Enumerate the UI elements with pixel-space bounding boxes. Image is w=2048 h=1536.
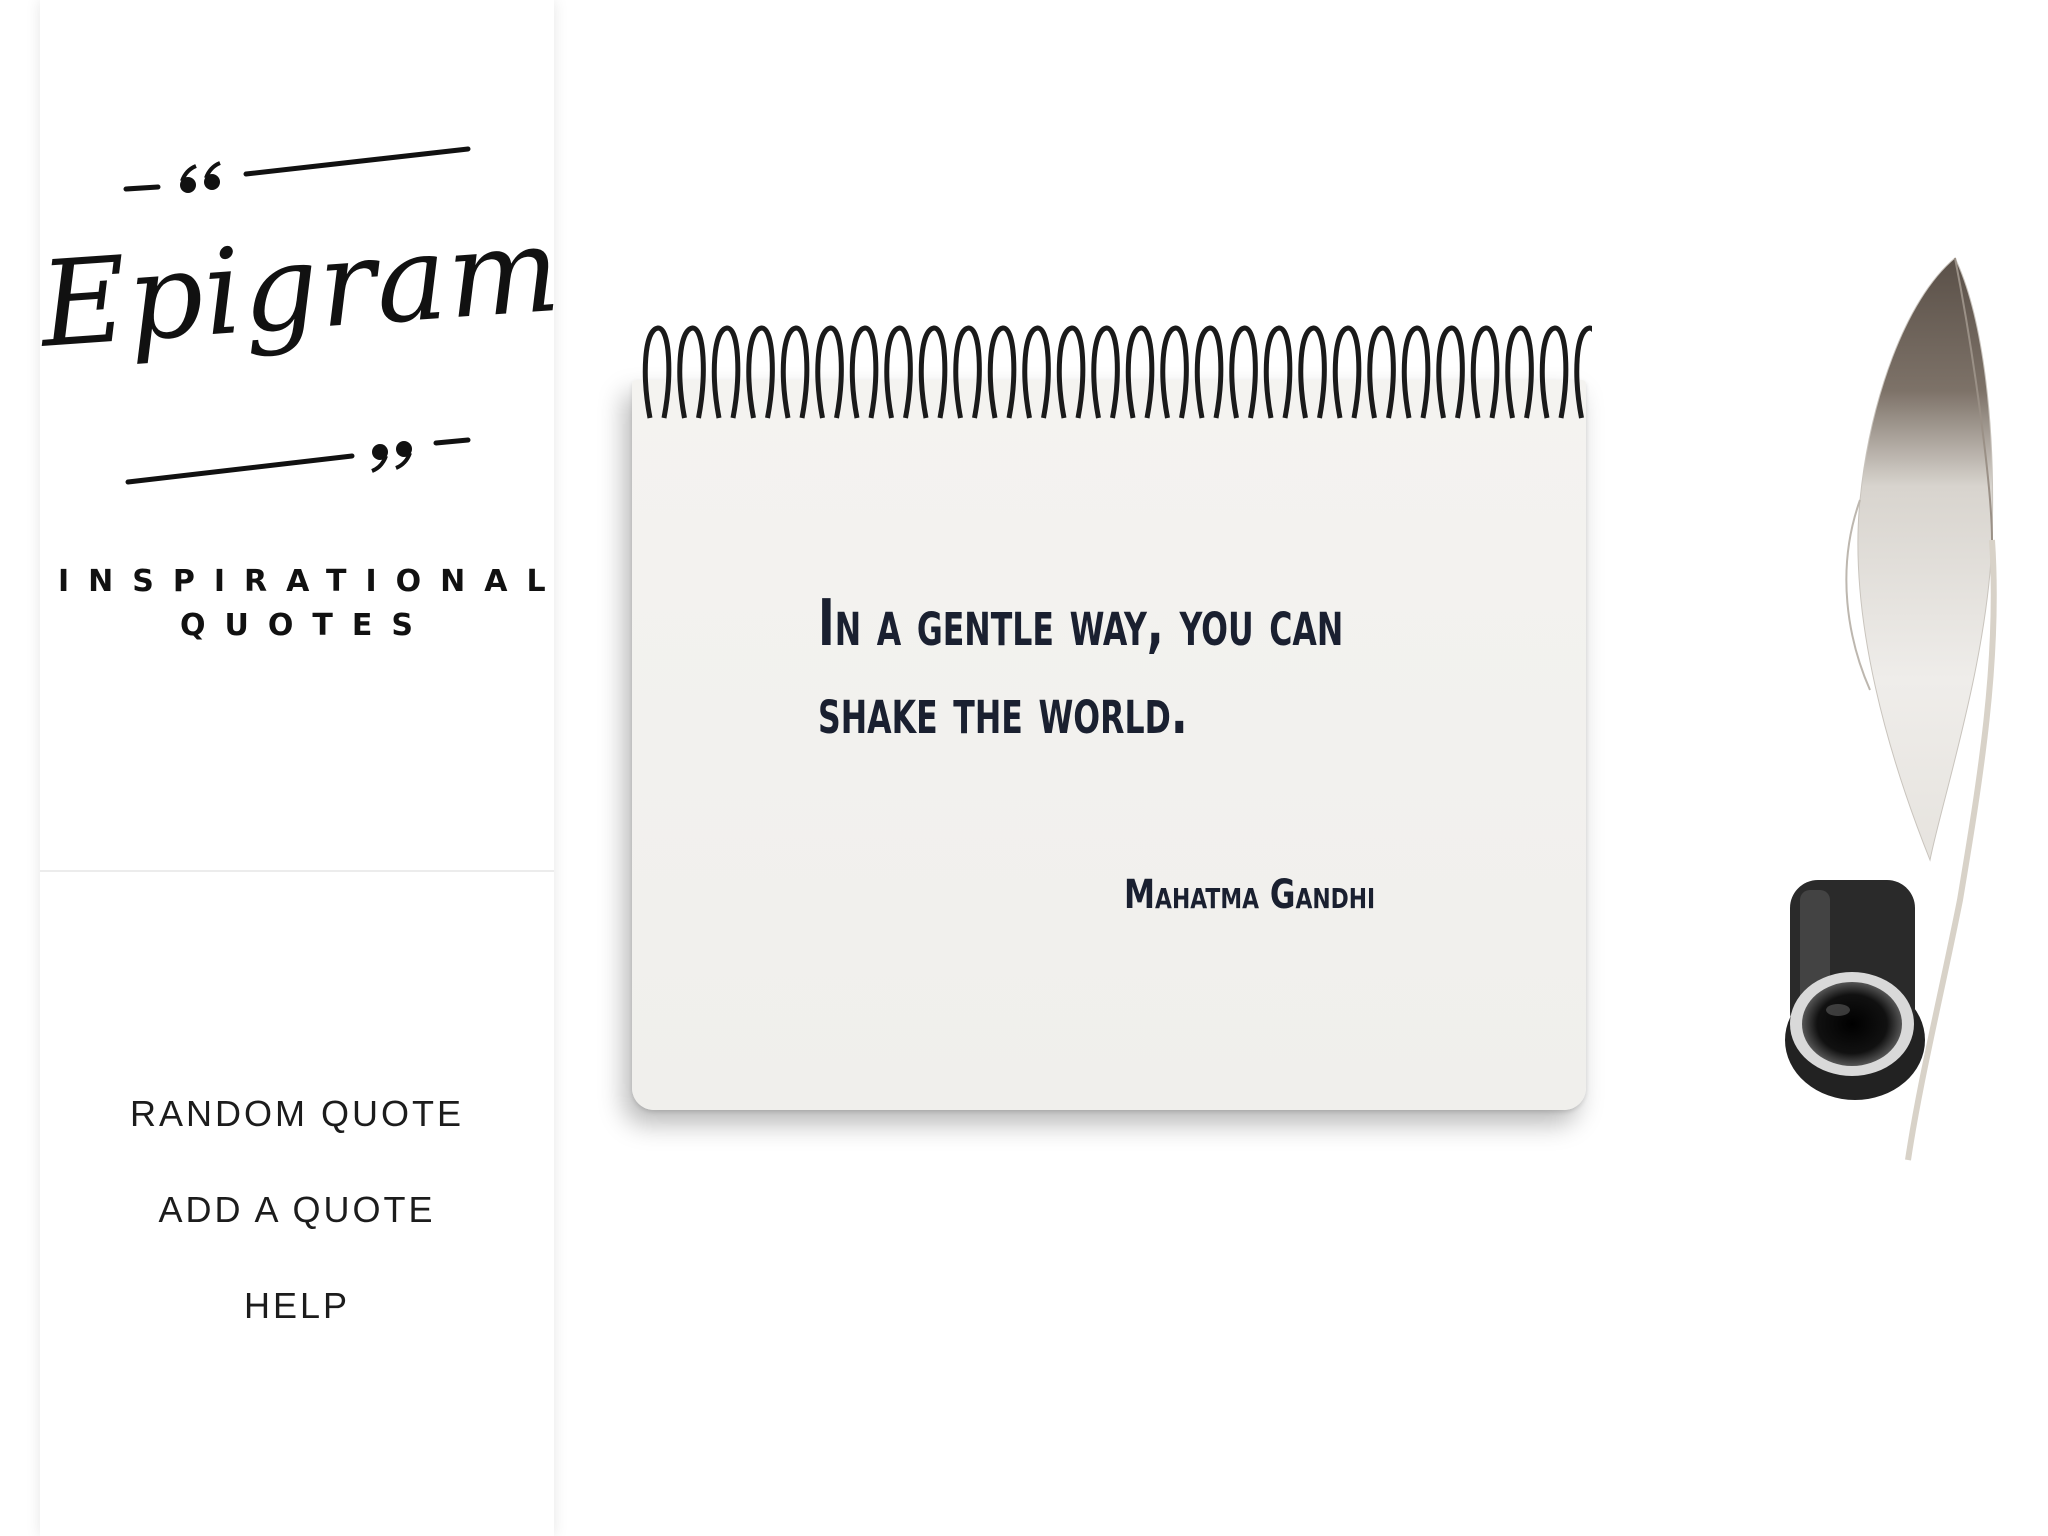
spiral-ring xyxy=(1367,325,1396,419)
spiral-ring xyxy=(711,325,741,419)
nav-help[interactable]: HELP xyxy=(40,1277,554,1373)
nav-add-a-quote[interactable]: ADD A QUOTE xyxy=(40,1181,554,1277)
logo-rule-bottom-long xyxy=(125,453,355,485)
spiral-ring xyxy=(1332,325,1362,419)
logo-rule-top-long xyxy=(243,146,471,177)
spiral-ring xyxy=(849,325,879,419)
notebook-spiral-binding xyxy=(642,325,1592,419)
main-nav: RANDOM QUOTE ADD A QUOTE HELP xyxy=(40,1085,554,1373)
quote-author: Mahatma Gandhi xyxy=(1124,872,1376,918)
spiral-ring xyxy=(1194,325,1224,419)
spiral-ring xyxy=(1229,325,1258,419)
open-quote-icon xyxy=(180,161,221,193)
spiral-ring xyxy=(1091,325,1120,419)
close-quote-icon xyxy=(371,441,412,473)
logo-rule-bottom-short xyxy=(433,437,471,446)
quill-and-inkwell-illustration xyxy=(1785,257,1997,1161)
spiral-ring xyxy=(1539,325,1569,419)
spiral-ring xyxy=(1298,325,1327,419)
spiral-ring xyxy=(1263,325,1293,419)
sidebar: Epigram INSPIRATIONAL QUOTES RANDOM QUOT… xyxy=(36,0,565,1536)
spiral-ring xyxy=(884,325,913,419)
tagline-line-2: QUOTES xyxy=(180,608,432,643)
spiral-ring xyxy=(1574,325,1592,419)
spiral-ring xyxy=(953,325,982,419)
tagline: INSPIRATIONAL QUOTES xyxy=(40,560,554,648)
spiral-ring xyxy=(642,325,672,419)
nav-random-quote[interactable]: RANDOM QUOTE xyxy=(40,1085,554,1181)
spiral-ring xyxy=(918,325,948,419)
spiral-ring xyxy=(1160,325,1189,419)
page: Epigram INSPIRATIONAL QUOTES RANDOM QUOT… xyxy=(0,0,2048,1536)
spiral-ring xyxy=(1436,325,1465,419)
spiral-ring xyxy=(780,325,810,419)
spiral-ring xyxy=(1022,325,1051,419)
inkwell-icon xyxy=(1785,880,1925,1100)
spiral-ring xyxy=(1401,325,1431,419)
spiral-ring xyxy=(1505,325,1534,419)
tagline-line-1: INSPIRATIONAL xyxy=(58,564,565,599)
logo: Epigram INSPIRATIONAL QUOTES xyxy=(36,0,565,872)
spiral-ring xyxy=(1125,325,1155,419)
quote-text: In a gentle way, you can shake the world… xyxy=(818,587,1344,749)
logo-rule-top-short xyxy=(123,184,161,192)
spiral-ring xyxy=(677,325,706,419)
spiral-ring xyxy=(1056,325,1086,419)
spiral-ring xyxy=(815,325,844,419)
spiral-ring xyxy=(746,325,775,419)
spiral-ring xyxy=(987,325,1017,419)
spiral-ring xyxy=(1470,325,1500,419)
